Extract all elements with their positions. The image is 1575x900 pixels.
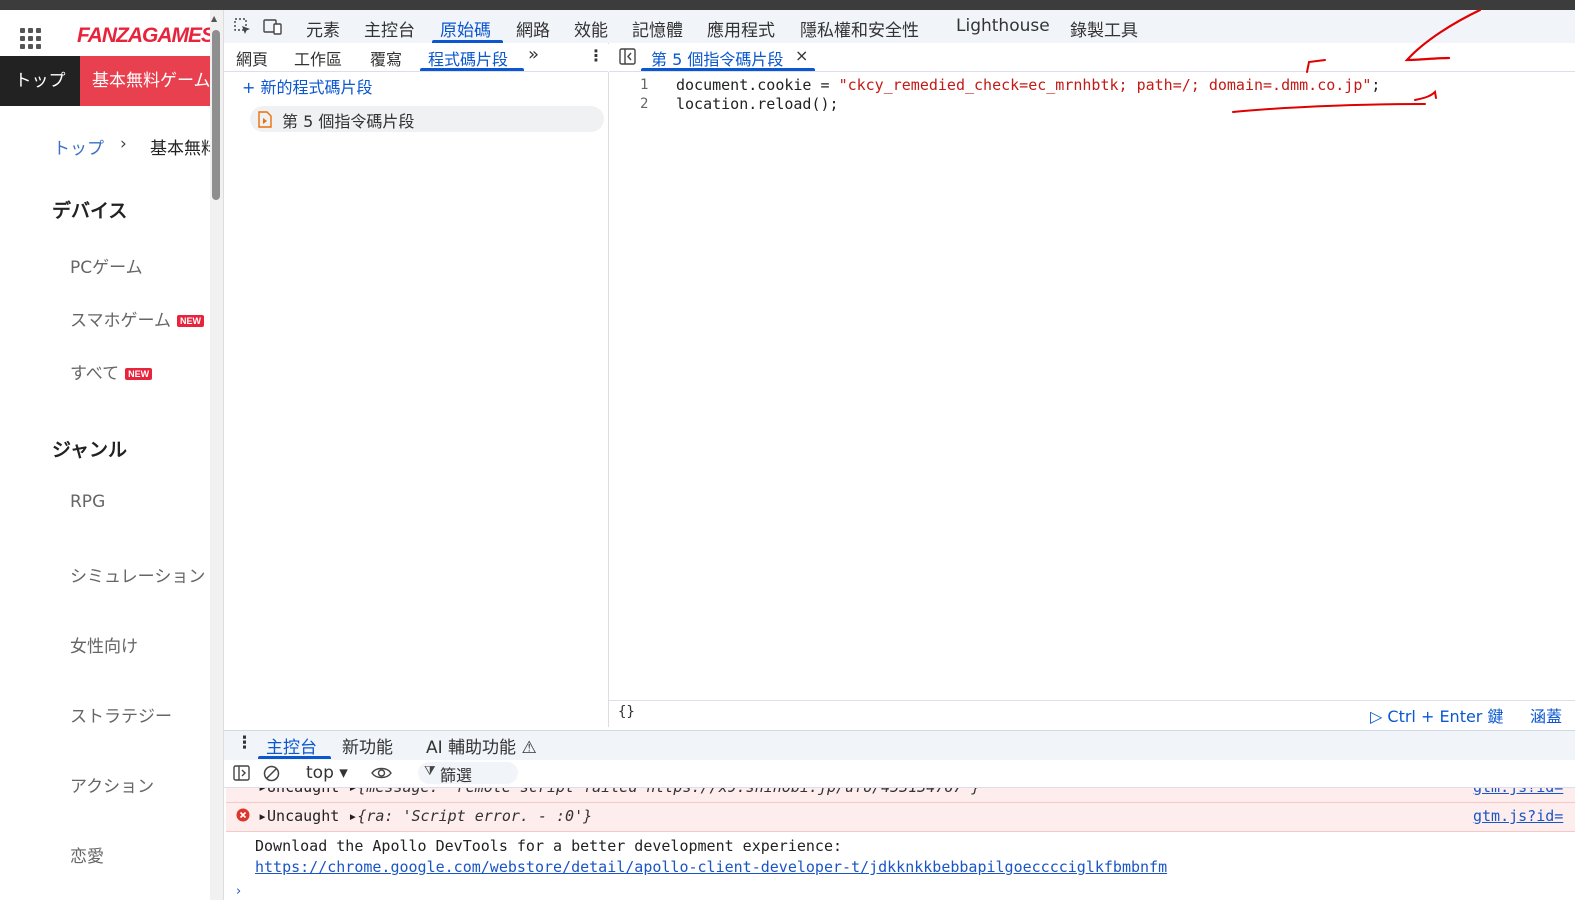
- tab-privacy-security[interactable]: 隱私權和安全性: [800, 16, 919, 41]
- scroll-up-arrow-icon[interactable]: ▲: [211, 14, 217, 23]
- drawer-tab-whats-new[interactable]: 新功能: [342, 733, 393, 758]
- genre-item-simulation[interactable]: シミュレーション: [70, 562, 205, 587]
- console-log-message: Download the Apollo DevTools for a bette…: [255, 837, 842, 855]
- line-number: 2: [640, 96, 649, 112]
- error-object: {message: 'remote script failed https://…: [357, 788, 980, 796]
- toggle-navigator-icon[interactable]: [619, 48, 636, 65]
- tab-elements[interactable]: 元素: [306, 16, 340, 41]
- device-item-all[interactable]: すべて NEW: [70, 359, 153, 384]
- close-tab-icon[interactable]: ×: [795, 46, 808, 65]
- snippet-item-label: 第 5 個指令碼片段: [282, 112, 415, 131]
- snippets-panel: [224, 72, 609, 727]
- error-object: {ra: 'Script error. - :0'}: [357, 807, 593, 825]
- error-label: Uncaught: [267, 788, 339, 796]
- breadcrumb-separator-icon: ›: [120, 134, 127, 154]
- tab-application[interactable]: 應用程式: [707, 16, 775, 41]
- error-label: Uncaught: [267, 807, 340, 825]
- context-selector[interactable]: top ▾: [306, 763, 348, 783]
- device-item-label: すべて: [70, 364, 120, 384]
- site-logo[interactable]: FANZAGAMES: [77, 24, 215, 48]
- snippet-file-icon: [258, 111, 272, 128]
- editor-tab-snippet[interactable]: 第 5 個指令碼片段: [651, 46, 783, 70]
- device-item-smartphone[interactable]: スマホゲーム NEW: [70, 306, 204, 331]
- breadcrumb-home[interactable]: トップ: [53, 134, 104, 159]
- genre-item-rpg[interactable]: RPG: [70, 492, 105, 512]
- device-item-label: PCゲーム: [70, 258, 143, 278]
- tab-console[interactable]: 主控台: [364, 16, 415, 41]
- tab-snippets[interactable]: 程式碼片段: [428, 46, 508, 70]
- tab-lighthouse[interactable]: Lighthouse: [956, 16, 1050, 36]
- filter-icon: ⧩: [424, 764, 436, 779]
- error-source-link[interactable]: gtm.js?id=: [1473, 788, 1563, 796]
- disclosure-triangle-icon[interactable]: ▸: [258, 807, 267, 825]
- tab-network[interactable]: 網路: [516, 16, 550, 41]
- code-line-2[interactable]: location.reload();: [676, 95, 839, 113]
- console-error-row[interactable]: ▸Uncaught ▸{message: 'remote script fail…: [226, 788, 1575, 803]
- active-drawer-tab-underline: [258, 756, 331, 759]
- genre-heading: ジャンル: [52, 439, 128, 461]
- kebab-menu-icon[interactable]: ⋮: [588, 46, 604, 65]
- apps-grid-icon[interactable]: [20, 28, 42, 50]
- genre-item-female[interactable]: 女性向け: [70, 632, 138, 657]
- apollo-devtools-link[interactable]: https://chrome.google.com/webstore/detai…: [255, 858, 1167, 876]
- breadcrumb-current: 基本無料: [150, 139, 218, 159]
- genre-item-action[interactable]: アクション: [70, 772, 154, 797]
- disclosure-triangle-icon[interactable]: ▸: [258, 788, 267, 796]
- tab-sources[interactable]: 原始碼: [440, 16, 491, 41]
- console-sidebar-icon[interactable]: [233, 765, 250, 781]
- sources-navigator-tabbar: [224, 43, 608, 72]
- line-number: 1: [640, 77, 649, 93]
- nav-top-link[interactable]: トップ: [0, 56, 80, 106]
- disclosure-triangle-icon[interactable]: ▸: [348, 788, 357, 796]
- pretty-print-icon[interactable]: {}: [618, 704, 635, 720]
- tab-performance[interactable]: 效能: [574, 16, 608, 41]
- console-prompt-icon[interactable]: ›: [236, 884, 241, 899]
- tab-overrides[interactable]: 覆寫: [370, 46, 402, 70]
- new-badge: NEW: [125, 368, 153, 380]
- device-item-label: スマホゲーム: [70, 311, 171, 331]
- drawer-menu-icon[interactable]: ⋮: [236, 733, 253, 753]
- device-toolbar-icon[interactable]: [263, 18, 283, 36]
- drawer-tab-ai-assistance[interactable]: AI 輔助功能 ⚠: [426, 733, 537, 758]
- code-text: document.cookie =: [676, 76, 839, 94]
- tab-workspace[interactable]: 工作區: [294, 46, 342, 70]
- new-snippet-button[interactable]: + 新的程式碼片段: [242, 74, 373, 98]
- live-expression-eye-icon[interactable]: [371, 766, 392, 780]
- disclosure-triangle-icon[interactable]: ▸: [348, 807, 357, 825]
- more-tabs-icon[interactable]: »: [528, 44, 539, 65]
- clear-console-icon[interactable]: [263, 765, 280, 782]
- device-heading: デバイス: [52, 200, 128, 222]
- active-subtab-underline: [420, 68, 524, 71]
- drawer-tab-console[interactable]: 主控台: [266, 733, 317, 758]
- error-source-link[interactable]: gtm.js?id=: [1473, 807, 1563, 825]
- inspect-element-icon[interactable]: [234, 18, 252, 36]
- tab-page[interactable]: 網頁: [236, 46, 268, 70]
- tab-memory[interactable]: 記憶體: [632, 16, 683, 41]
- console-error-row[interactable]: ▸Uncaught ▸{ra: 'Script error. - :0'} gt…: [226, 803, 1575, 832]
- genre-item-strategy[interactable]: ストラテジー: [70, 702, 172, 727]
- coverage-link[interactable]: 涵蓋: [1530, 703, 1562, 727]
- filter-placeholder: 篩選: [440, 766, 473, 785]
- device-item-pc[interactable]: PCゲーム: [70, 253, 143, 278]
- page-scrollbar-thumb[interactable]: [212, 30, 220, 200]
- genre-item-romance[interactable]: 恋愛: [70, 842, 104, 867]
- error-icon: [236, 808, 250, 822]
- run-snippet-button[interactable]: ▷ Ctrl + Enter 鍵: [1370, 703, 1503, 727]
- tab-recorder[interactable]: 錄製工具: [1070, 16, 1138, 41]
- active-editor-tab-underline: [641, 68, 815, 71]
- new-badge: NEW: [176, 315, 204, 327]
- nav-free-games-link[interactable]: 基本無料ゲーム: [80, 56, 211, 106]
- red-annotation-marks: [1232, 8, 1482, 113]
